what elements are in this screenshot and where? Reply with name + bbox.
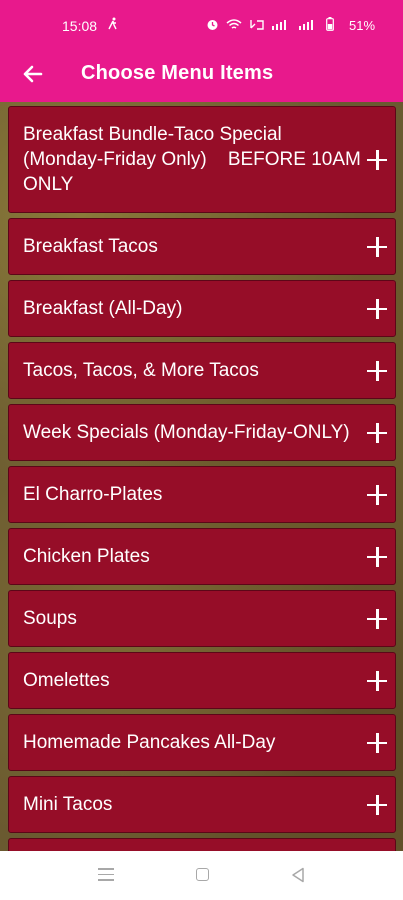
menu-category-item[interactable]: Breakfast (All-Day) — [8, 280, 396, 337]
menu-category-label: Breakfast Tacos — [23, 236, 158, 257]
system-nav-bar — [0, 851, 403, 900]
status-time: 15:08 — [62, 18, 98, 34]
system-icons — [206, 17, 334, 31]
plus-icon[interactable] — [367, 608, 387, 629]
menu-category-item[interactable]: Soups — [8, 590, 396, 647]
page-title: Choose Menu Items — [81, 62, 274, 84]
menu-category-item[interactable]: Chicken Plates — [8, 528, 396, 585]
menu-category-label: Omelettes — [23, 670, 110, 691]
plus-icon[interactable] — [367, 484, 387, 505]
plus-icon[interactable] — [367, 670, 387, 691]
plus-icon[interactable] — [367, 546, 387, 567]
battery-percent: 51% — [349, 18, 376, 33]
menu-category-label: Week Specials (Monday-Friday-ONLY) — [23, 422, 350, 443]
menu-category-label: Homemade Pancakes All-Day — [23, 732, 276, 753]
menu-category-label: Chicken Plates — [23, 546, 150, 567]
alarm-icon — [207, 19, 218, 30]
menu-category-label: Tacos, Tacos, & More Tacos — [23, 360, 259, 381]
menu-category-item[interactable]: Breakfast Bundle-Taco Special (Monday-Fr… — [8, 106, 396, 213]
plus-icon[interactable] — [367, 360, 387, 381]
plus-icon[interactable] — [367, 794, 387, 815]
menu-category-item[interactable]: Homemade Pancakes All-Day — [8, 714, 396, 771]
plus-icon[interactable] — [367, 422, 387, 443]
back-icon[interactable] — [291, 867, 305, 883]
menu-category-label: El Charro-Plates — [23, 484, 163, 505]
menu-content[interactable]: Breakfast Bundle-Taco Special (Monday-Fr… — [0, 102, 403, 851]
plus-icon[interactable] — [367, 149, 387, 170]
menu-category-item[interactable]: Week Specials (Monday-Friday-ONLY) — [8, 404, 396, 461]
menu-category-label: Mini Tacos — [23, 794, 113, 815]
menu-category-item[interactable]: Omelettes — [8, 652, 396, 709]
menu-category-label: Breakfast Bundle-Taco Special (Monday-Fr… — [23, 124, 367, 195]
app-bar: Choose Menu Items — [0, 52, 403, 102]
menu-category-item[interactable]: Mini Tacos — [8, 776, 396, 833]
home-icon[interactable] — [196, 868, 209, 881]
signal-icon — [299, 20, 313, 30]
menu-category-item[interactable]: Breakfast Tacos — [8, 218, 396, 275]
menu-category-list: Breakfast Bundle-Taco Special (Monday-Fr… — [8, 106, 396, 851]
walk-icon — [108, 17, 118, 33]
wifi-icon — [226, 18, 242, 29]
menu-category-item[interactable]: Tacos, Tacos, & More Tacos — [8, 342, 396, 399]
plus-icon[interactable] — [367, 298, 387, 319]
volte-icon — [250, 19, 264, 30]
arrow-left-icon[interactable] — [20, 61, 46, 87]
menu-category-label: Soups — [23, 608, 77, 629]
plus-icon[interactable] — [367, 732, 387, 753]
status-bar: 15:08 51% — [0, 0, 403, 52]
menu-category-item[interactable]: El Charro-Plates — [8, 466, 396, 523]
menu-category-item[interactable] — [8, 838, 396, 851]
signal-icon — [272, 20, 286, 30]
battery-icon — [326, 17, 334, 31]
recent-apps-icon[interactable] — [98, 868, 114, 882]
plus-icon[interactable] — [367, 236, 387, 257]
menu-category-label: Breakfast (All-Day) — [23, 298, 183, 319]
